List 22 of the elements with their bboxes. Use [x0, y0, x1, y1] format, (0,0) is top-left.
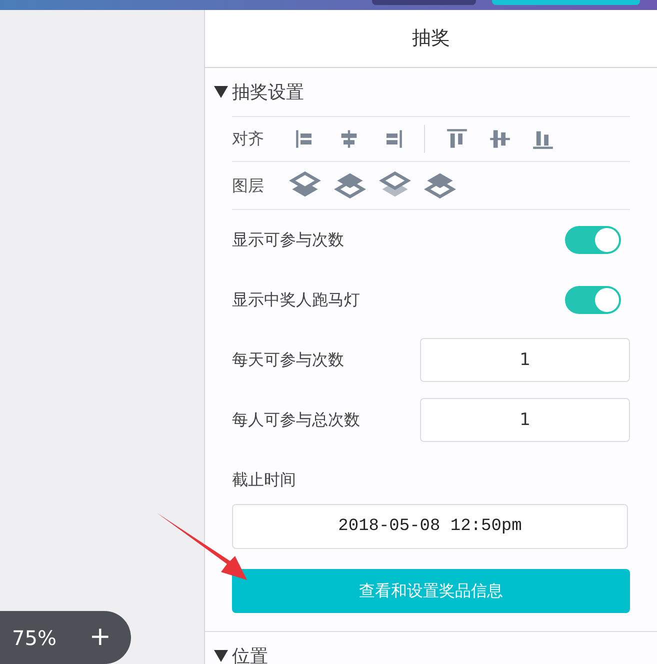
caret-icon[interactable]	[214, 650, 228, 662]
field-label: 截止时间	[232, 470, 296, 489]
zoom-in-button[interactable]: +	[89, 618, 111, 657]
caret-icon[interactable]	[214, 86, 228, 98]
toggle-label: 显示中奖人跑马灯	[232, 289, 360, 311]
toggle-label: 显示可参与次数	[232, 229, 344, 251]
field-label: 每人可参与总次数	[232, 409, 360, 431]
layers-label: 图层	[232, 174, 265, 196]
align-label: 对齐	[232, 128, 265, 150]
section-title[interactable]: 位置	[232, 642, 268, 664]
send-backward-icon[interactable]	[334, 170, 366, 200]
toggle-switch[interactable]	[565, 226, 621, 254]
date-field[interactable]: 2018-05-08 12:50pm	[232, 504, 628, 549]
align-middle-icon[interactable]	[489, 128, 511, 150]
field-label: 每天可参与次数	[232, 349, 344, 371]
align-top-icon[interactable]	[446, 128, 468, 150]
number-field[interactable]: 1	[420, 398, 630, 442]
number-field[interactable]: 1	[420, 338, 630, 382]
toggle-switch[interactable]	[565, 286, 621, 314]
section-title[interactable]: 抽奖设置	[232, 78, 304, 106]
send-to-back-icon[interactable]	[424, 170, 456, 200]
zoom-level: 75%	[12, 624, 56, 652]
